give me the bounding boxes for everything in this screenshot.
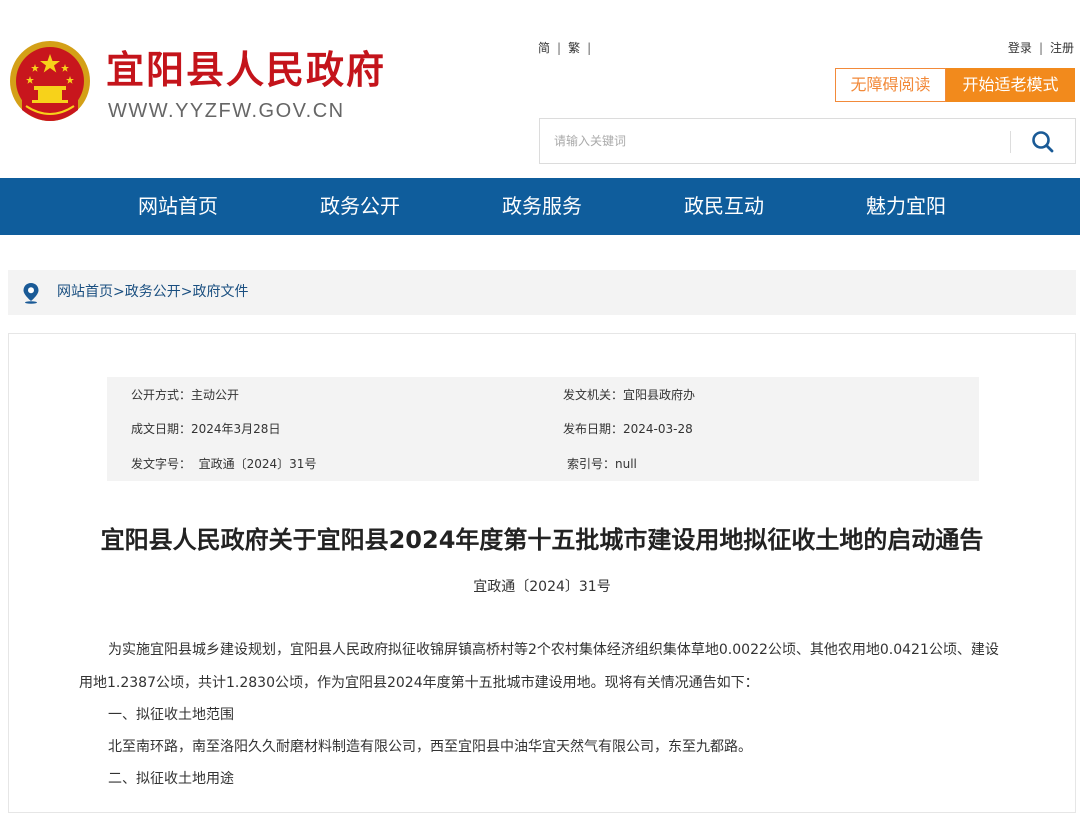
nav-item-government-services[interactable]: 政务服务 [502,178,582,235]
breadcrumb-item-home[interactable]: 网站首页 [57,284,113,300]
meta-index-number: 索引号：null [567,457,637,471]
traditional-chinese-link[interactable]: 繁 [568,41,580,55]
section-1-heading: 一、拟征收土地范围 [108,707,234,723]
site-header: 宜阳县人民政府 WWW.YYZFW.GOV.CN 简 | 繁 | 登录 | 注册 无障碍阅… [0,0,1080,178]
breadcrumb-item-government-documents[interactable]: 政府文件 [192,284,248,300]
auth-links: 登录 | 注册 [1008,40,1074,56]
meta-doc-number: 发文字号： 宜政通〔2024〕31号 [131,457,317,471]
meta-disclosure: 公开方式：主动公开 [131,388,240,402]
nav-item-government-affairs[interactable]: 政务公开 [320,178,400,235]
paragraph-1-line-1: 为实施宜阳县城乡建设规划，宜阳县人民政府拟征收锦屏镇高桥村等2个农村集体经济组织… [108,642,999,658]
document-meta-box: 公开方式：主动公开 发文机关：宜阳县政府办 成文日期：2024年3月28日 发布… [107,377,979,481]
meta-written-date: 成文日期：2024年3月28日 [131,422,281,436]
nav-item-interaction[interactable]: 政民互动 [684,178,764,235]
simplified-chinese-link[interactable]: 简 [538,41,550,55]
location-pin-icon [23,283,39,304]
accessibility-reading-button[interactable]: 无障碍阅读 [835,68,946,102]
language-switcher: 简 | 繁 | [538,40,598,56]
register-link[interactable]: 注册 [1050,41,1074,55]
separator: | [587,41,592,55]
site-name: 宜阳县人民政府 [106,48,387,92]
separator: | [1038,41,1043,55]
breadcrumb-bar: 网站首页>政务公开>政府文件 [8,270,1076,315]
article-container: 公开方式：主动公开 发文机关：宜阳县政府办 成文日期：2024年3月28日 发布… [8,333,1076,813]
separator: | [557,41,562,55]
breadcrumb-item-government-affairs[interactable]: 政务公开 [125,284,181,300]
nav-item-charm-yiyang[interactable]: 魅力宜阳 [866,178,946,235]
main-nav: 网站首页 政务公开 政务服务 政民互动 魅力宜阳 [0,178,1080,235]
breadcrumb-separator: > [113,284,125,300]
national-emblem-icon [10,41,90,121]
document-title: 宜阳县人民政府关于宜阳县2024年度第十五批城市建设用地拟征收土地的启动通告 [100,526,984,554]
breadcrumb-separator: > [180,284,193,300]
document-number: 宜政通〔2024〕31号 [473,579,611,595]
site-url: WWW.YYZFW.GOV.CN [108,100,345,122]
meta-issuer: 发文机关：宜阳县政府办 [563,388,696,402]
search-divider [1010,131,1011,153]
elder-mode-button[interactable]: 开始适老模式 [946,68,1075,102]
paragraph-1-line-2: 用地1.2387公顷，共计1.2830公顷，作为宜阳县2024年度第十五批城市建… [79,675,759,691]
search-box [539,118,1076,164]
section-2-heading: 二、拟征收土地用途 [108,771,234,787]
login-link[interactable]: 登录 [1008,41,1032,55]
meta-publish-date: 发布日期：2024-03-28 [563,422,693,436]
search-input[interactable] [554,119,994,163]
search-icon[interactable] [1028,129,1058,155]
nav-item-home[interactable]: 网站首页 [138,178,218,235]
breadcrumb: 网站首页>政务公开>政府文件 [57,270,248,315]
section-1-text: 北至南环路，南至洛阳久久耐磨材料制造有限公司，西至宜阳县中油华宜天然气有限公司，… [108,739,752,755]
